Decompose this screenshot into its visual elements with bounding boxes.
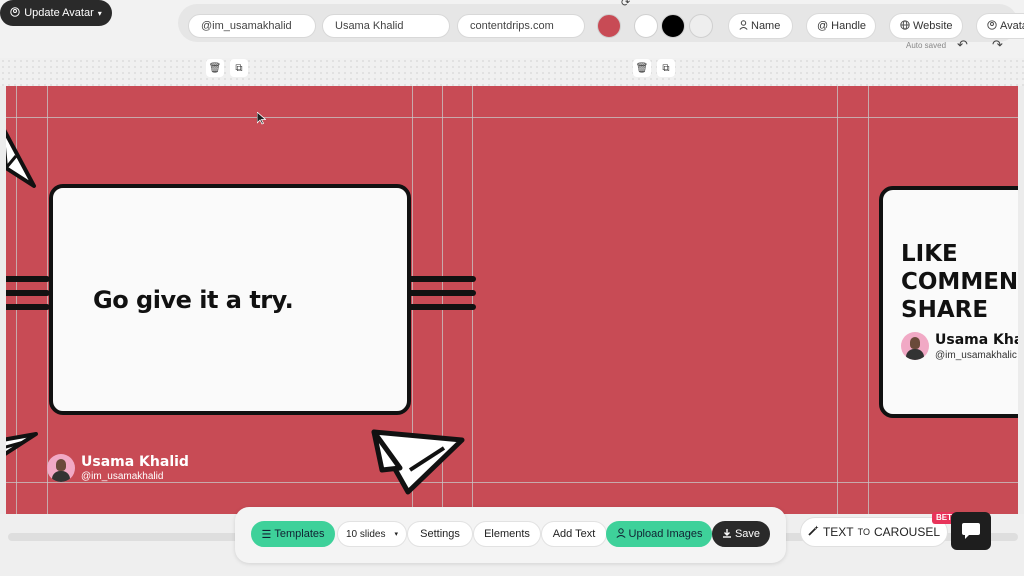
menu-icon: ☰ <box>261 528 272 541</box>
guide-line <box>6 482 1018 483</box>
slide-card[interactable]: LIKE COMMEN SHARE Usama Kha @im_usamakha… <box>879 186 1018 418</box>
avatar-toggle-label: Avata <box>1000 20 1024 32</box>
autosave-status: Auto saved <box>906 41 947 50</box>
name-input-value: Usama Khalid <box>335 20 404 32</box>
author-handle[interactable]: @im_usamakhalid <box>81 471 163 482</box>
chat-button[interactable] <box>951 512 991 550</box>
website-toggle-button[interactable]: Website <box>889 13 963 39</box>
author-avatar <box>47 454 75 482</box>
handle-toggle-button[interactable]: @ Handle <box>806 13 876 39</box>
author-name[interactable]: Usama Kha <box>935 332 1018 348</box>
templates-button[interactable]: ☰ Templates <box>251 521 335 547</box>
elements-button[interactable]: Elements <box>473 521 541 547</box>
name-toggle-button[interactable]: Name <box>728 13 793 39</box>
slides-count-select[interactable]: 10 slides ▾ <box>337 521 407 547</box>
guide-line <box>837 86 838 514</box>
slide-card-text[interactable]: Go give it a try. <box>93 286 294 314</box>
ttc-label-main: TEXT <box>822 525 854 539</box>
save-button[interactable]: Save <box>712 521 770 547</box>
guide-line <box>472 86 473 514</box>
decor-stripe <box>408 276 476 282</box>
ttc-label-tail: CAROUSEL <box>873 525 941 539</box>
slide-card-text[interactable]: LIKE COMMEN SHARE <box>901 240 1018 324</box>
add-text-button[interactable]: Add Text <box>541 521 607 547</box>
settings-button[interactable]: Settings <box>407 521 473 547</box>
caret-down-icon: ▾ <box>394 531 398 538</box>
templates-label: Templates <box>274 528 325 540</box>
slide-card[interactable]: Go give it a try. <box>49 184 411 415</box>
paper-plane-icon <box>371 429 465 495</box>
user-circle-icon <box>987 19 997 33</box>
redo-icon[interactable]: ↷ <box>992 38 1003 51</box>
duplicate-slide-icon[interactable]: ⧉ <box>230 59 248 77</box>
at-sign-icon: @ <box>817 20 829 32</box>
name-toggle-label: Name <box>751 20 781 32</box>
update-avatar-label: Update Avatar <box>24 7 94 19</box>
decor-stripe <box>6 304 50 310</box>
user-circle-icon <box>10 6 20 20</box>
color-swatch-white[interactable] <box>634 14 658 38</box>
paper-plane-icon <box>6 432 38 456</box>
settings-label: Settings <box>420 528 460 540</box>
guide-line <box>868 86 869 514</box>
refresh-colors-icon[interactable]: ⟳ <box>621 0 630 9</box>
add-text-label: Add Text <box>552 528 596 540</box>
caret-down-icon: ▾ <box>97 8 102 18</box>
decor-stripe <box>408 304 476 310</box>
website-input-value: contentdrips.com <box>470 20 554 32</box>
update-avatar-button[interactable]: Update Avatar ▾ <box>0 0 112 26</box>
save-label: Save <box>734 528 761 540</box>
handle-toggle-label: Handle <box>831 20 867 32</box>
upload-images-label: Upload Images <box>628 528 703 540</box>
website-input[interactable]: contentdrips.com <box>457 14 585 38</box>
handle-input-value: @im_usamakhalid <box>201 20 292 32</box>
user-icon <box>739 19 748 33</box>
avatar-toggle-button[interactable]: Avata <box>976 13 1024 39</box>
upload-images-button[interactable]: Upload Images <box>606 521 712 547</box>
color-swatch-light-gray[interactable] <box>689 14 713 38</box>
text-to-carousel-button[interactable]: TEXT TO CAROUSEL <box>800 517 948 547</box>
author-avatar <box>901 332 929 360</box>
color-swatch-black[interactable] <box>661 14 685 38</box>
name-input[interactable]: Usama Khalid <box>322 14 450 38</box>
paper-plane-icon <box>6 129 36 188</box>
undo-icon[interactable]: ↶ <box>957 38 968 51</box>
chat-bubble-icon <box>962 523 980 539</box>
delete-slide-icon[interactable]: 🗑 <box>206 59 224 77</box>
bottom-toolbar: ☰ Templates 10 slides ▾ Settings Element… <box>235 507 786 563</box>
decor-stripe <box>6 290 50 296</box>
upload-user-icon <box>615 527 626 541</box>
duplicate-slide-icon[interactable]: ⧉ <box>657 59 675 77</box>
slide-controls-gutter <box>0 58 1024 86</box>
author-name[interactable]: Usama Khalid <box>81 454 189 470</box>
decor-stripe <box>408 290 476 296</box>
handle-input[interactable]: @im_usamakhalid <box>188 14 316 38</box>
profile-fields-bar: @im_usamakhalid Usama Khalid contentdrip… <box>178 0 1024 42</box>
elements-label: Elements <box>484 528 530 540</box>
mouse-cursor-icon <box>257 112 266 125</box>
delete-slide-icon[interactable]: 🗑 <box>633 59 651 77</box>
guide-line <box>47 86 48 514</box>
author-handle[interactable]: @im_usamakhalic <box>935 350 1017 361</box>
decor-stripe <box>6 276 50 282</box>
globe-icon <box>900 19 910 33</box>
website-toggle-label: Website <box>913 20 953 32</box>
carousel-canvas: Go give it a try. Usama Khalid @im_usama… <box>6 86 1018 514</box>
slides-count-value: 10 slides <box>346 528 386 540</box>
color-swatch-red[interactable] <box>597 14 621 38</box>
top-toolbar: Update Avatar ▾ @im_usamakhalid Usama Kh… <box>0 0 1024 58</box>
guide-line <box>6 117 1018 118</box>
magic-wand-icon <box>808 525 819 539</box>
download-icon <box>722 528 732 541</box>
ttc-label-small: TO <box>857 527 870 537</box>
